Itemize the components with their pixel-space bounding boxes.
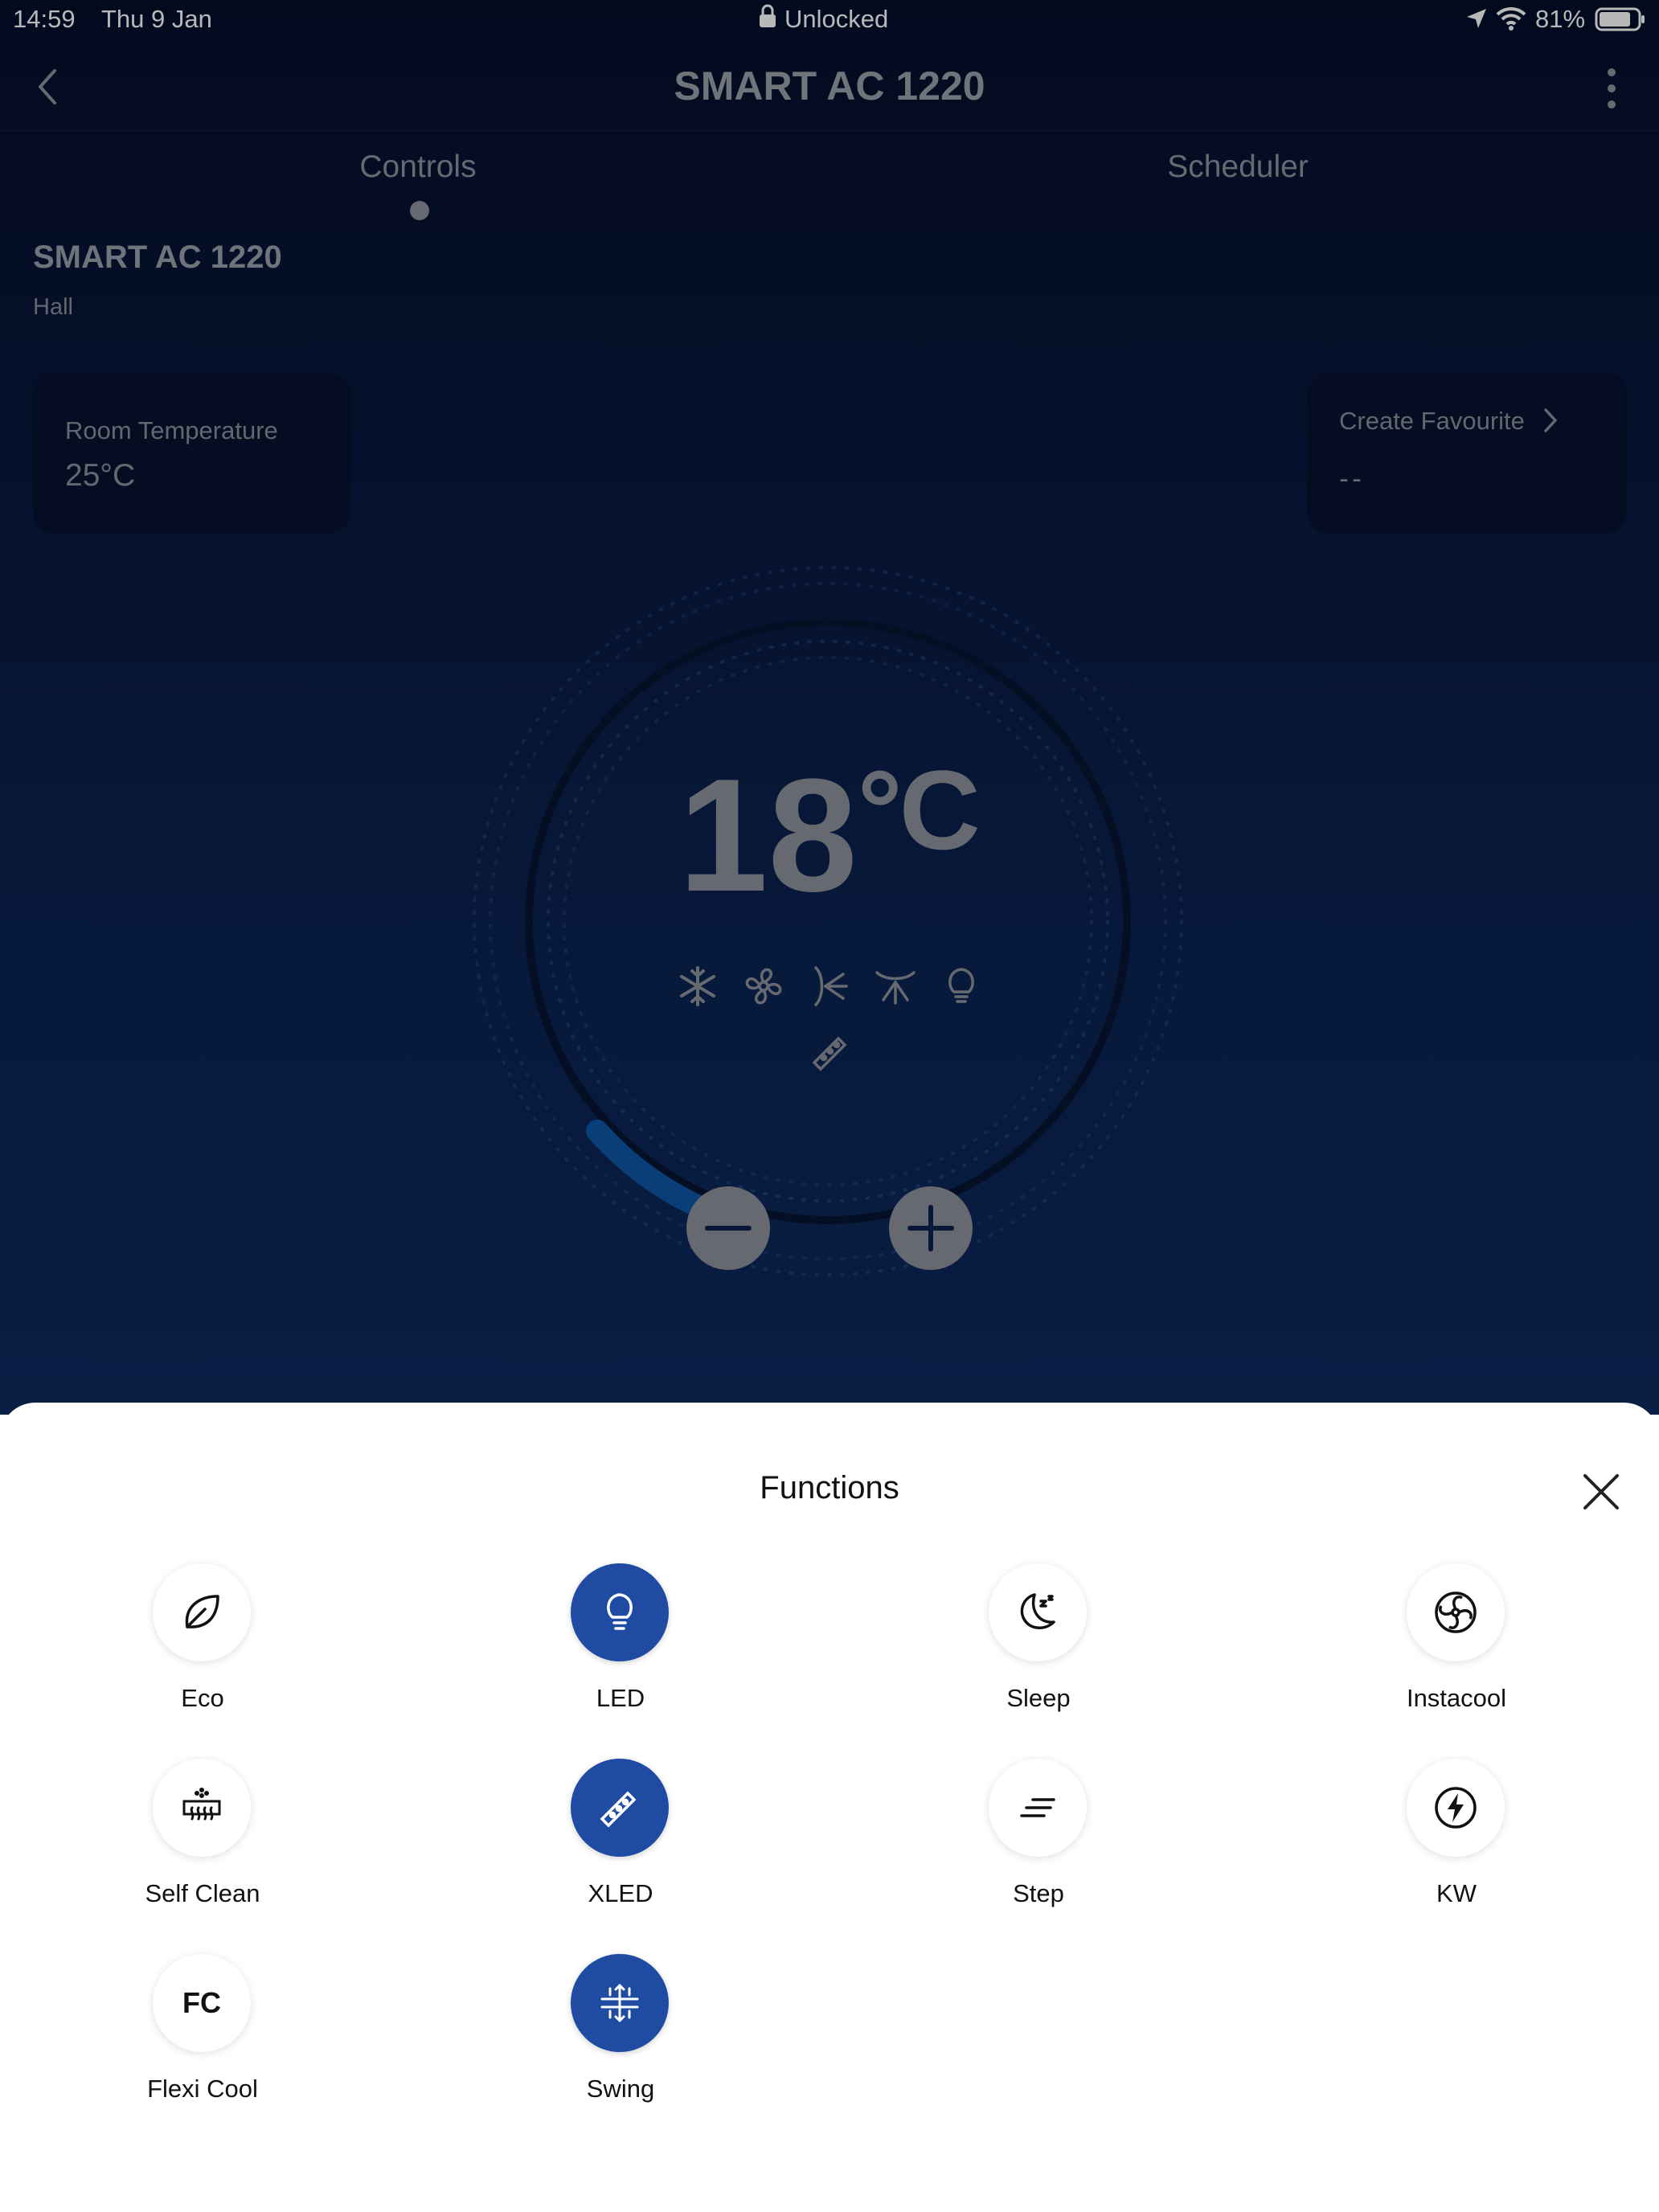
function-xled-label: XLED <box>588 1879 653 1907</box>
function-eco[interactable]: Eco <box>82 1563 323 1724</box>
xled-icon <box>600 1791 637 1828</box>
fc-icon: FC <box>182 1986 221 2019</box>
function-flexi-cool[interactable]: FC Flexi Cool <box>82 1954 323 2115</box>
function-step-label: Step <box>1013 1879 1064 1907</box>
functions-sheet: Functions Eco LED Sleep Instacool Self C… <box>0 1403 1659 2212</box>
function-self-clean[interactable]: Self Clean <box>82 1759 323 1919</box>
step-icon <box>1020 1798 1055 1817</box>
function-led-circle[interactable] <box>571 1563 669 1661</box>
swing-icon <box>600 1984 639 2022</box>
function-eco-circle[interactable] <box>153 1563 251 1661</box>
function-xled[interactable]: XLED <box>500 1759 741 1919</box>
function-flexi-cool-label: Flexi Cool <box>147 2075 258 2103</box>
function-swing-label: Swing <box>586 2075 655 2103</box>
function-step-circle[interactable] <box>989 1759 1087 1857</box>
function-flexi-cool-circle[interactable]: FC <box>153 1954 251 2052</box>
function-sleep-label: Sleep <box>1006 1684 1071 1712</box>
function-step[interactable]: Step <box>918 1759 1159 1919</box>
close-icon[interactable] <box>1580 1471 1622 1513</box>
function-eco-label: Eco <box>181 1684 224 1712</box>
function-kw[interactable]: KW <box>1336 1759 1577 1919</box>
self-clean-icon <box>182 1788 221 1821</box>
functions-title: Functions <box>760 1470 899 1505</box>
function-swing[interactable]: Swing <box>500 1954 741 2115</box>
function-xled-circle[interactable] <box>571 1759 669 1857</box>
bolt-icon <box>1435 1787 1477 1829</box>
function-instacool-label: Instacool <box>1406 1684 1507 1712</box>
function-instacool[interactable]: Instacool <box>1336 1563 1577 1724</box>
function-instacool-circle[interactable] <box>1407 1563 1505 1661</box>
function-sleep-circle[interactable] <box>989 1563 1087 1661</box>
function-led-label: LED <box>596 1684 645 1712</box>
moon-icon <box>1020 1593 1055 1629</box>
function-kw-circle[interactable] <box>1407 1759 1505 1857</box>
bulb-icon <box>607 1593 633 1630</box>
function-kw-label: KW <box>1436 1879 1477 1907</box>
function-self-clean-label: Self Clean <box>145 1879 260 1907</box>
function-sleep[interactable]: Sleep <box>918 1563 1159 1724</box>
function-self-clean-circle[interactable] <box>153 1759 251 1857</box>
function-led[interactable]: LED <box>500 1563 741 1724</box>
leaf-icon <box>185 1595 219 1628</box>
modal-dim-overlay[interactable] <box>0 0 1659 1415</box>
fan-icon <box>1435 1591 1477 1633</box>
function-swing-circle[interactable] <box>571 1954 669 2052</box>
